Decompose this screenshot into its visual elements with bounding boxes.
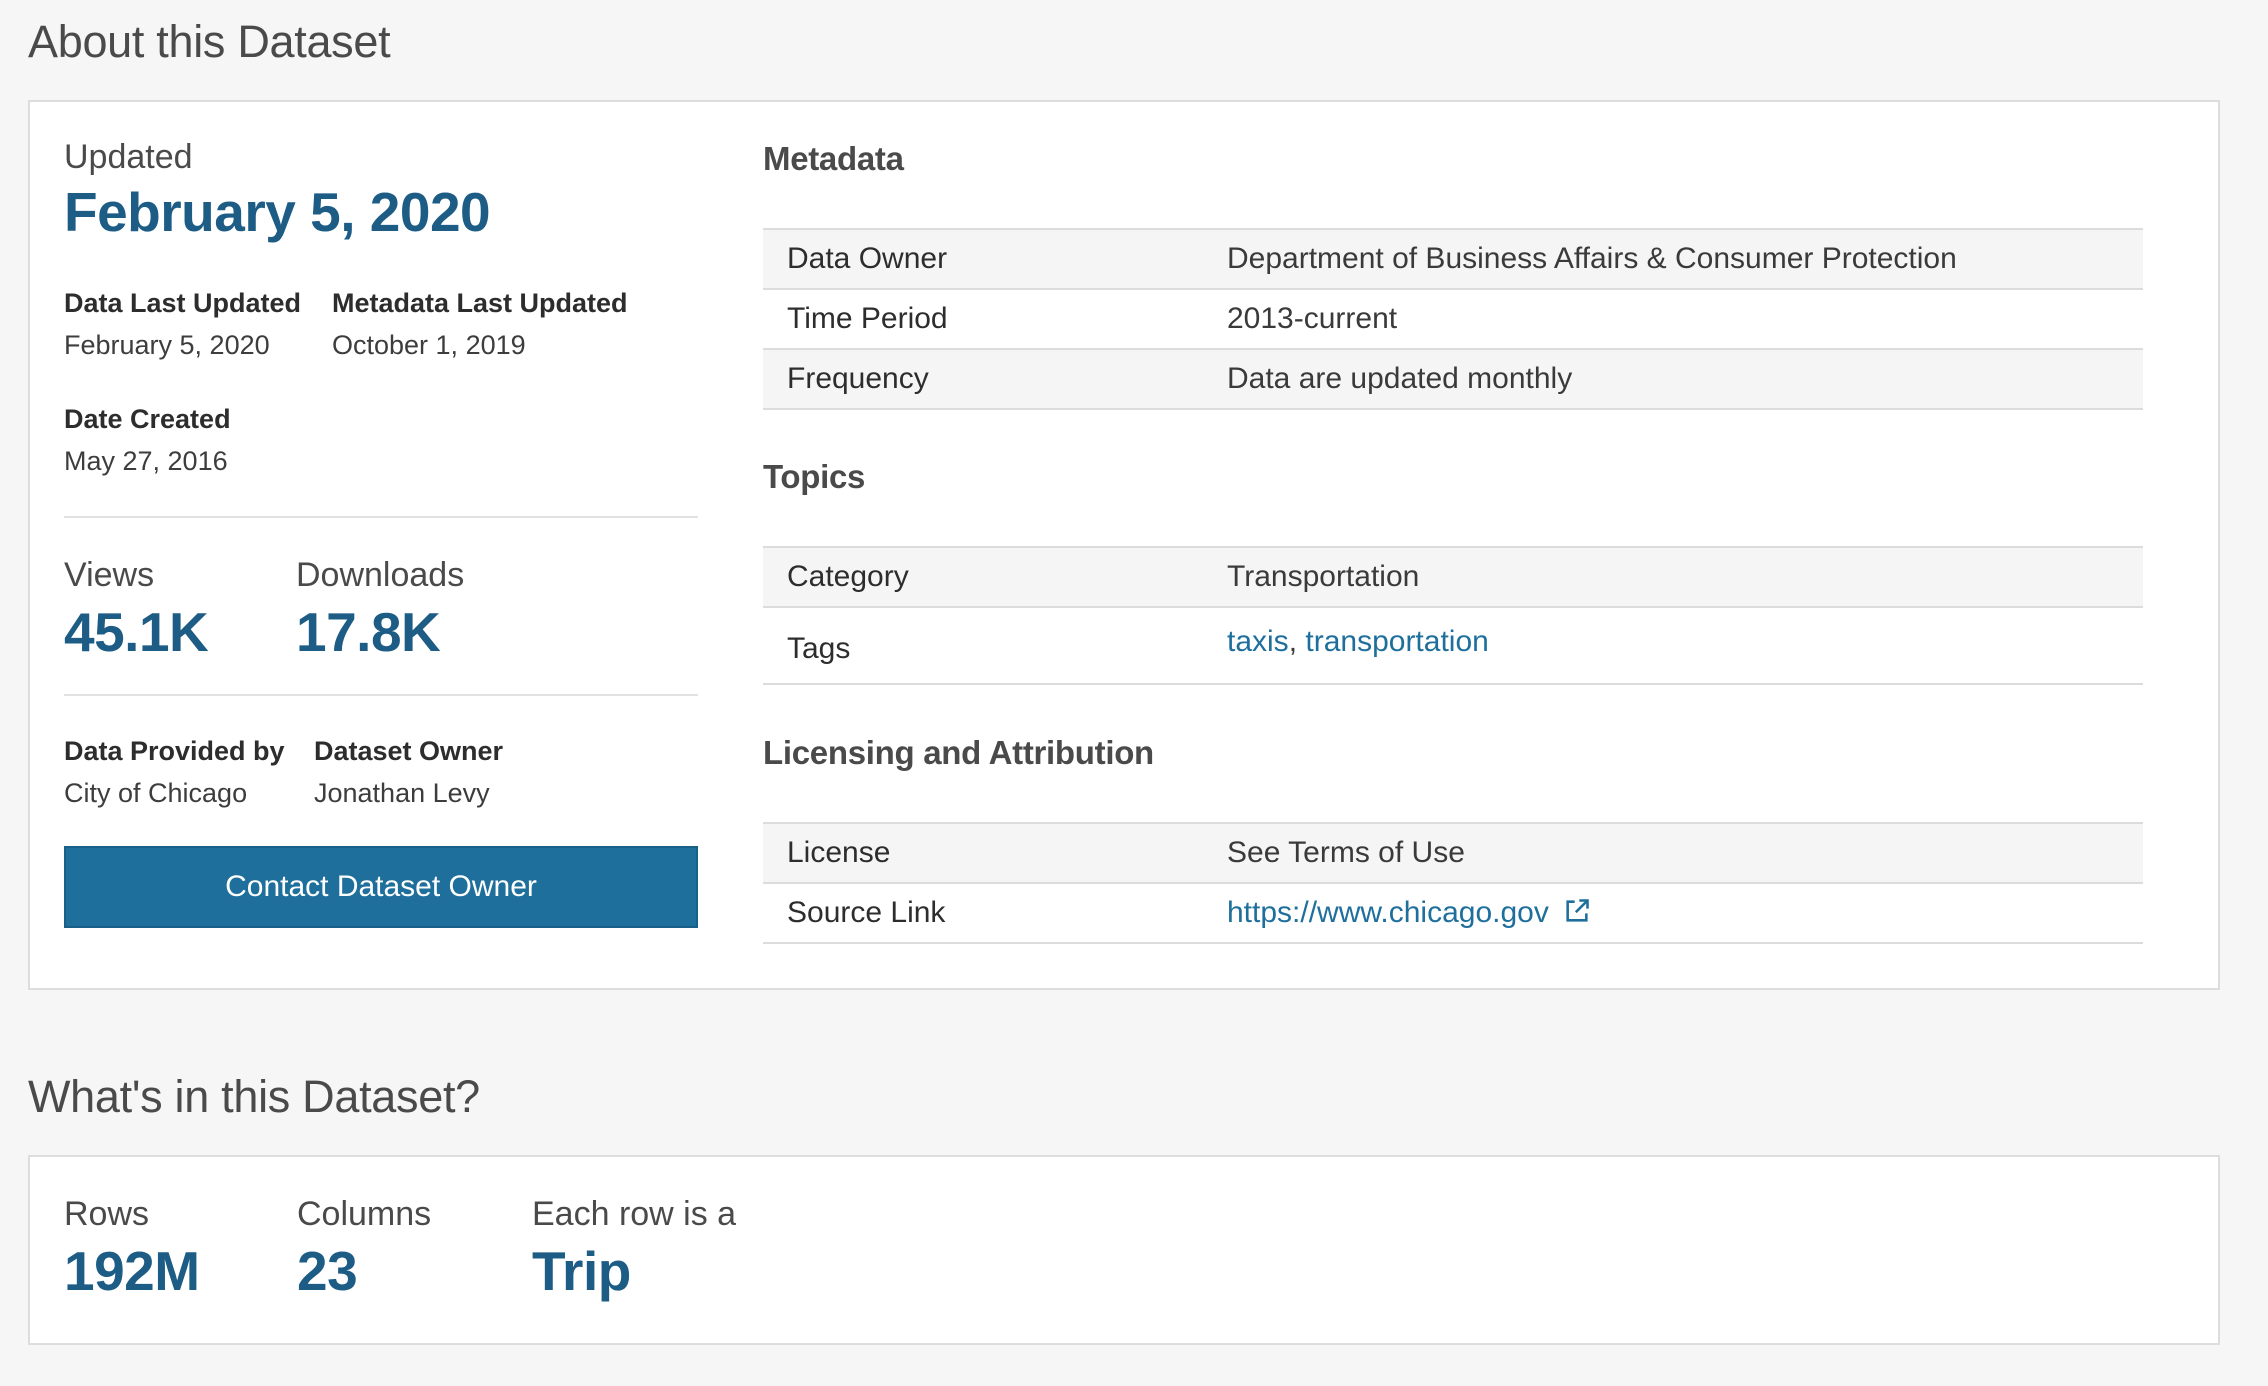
date-created-label: Date Created: [64, 404, 231, 434]
table-row: Time Period 2013-current: [763, 290, 2143, 350]
licensing-heading: Licensing and Attribution: [763, 734, 1154, 771]
tags-key: Tags: [787, 631, 851, 665]
dataset-owner-label: Dataset Owner: [314, 736, 504, 766]
provided-by-value: City of Chicago: [64, 778, 248, 808]
table-row: Tags taxis, transportation: [763, 608, 2143, 685]
each-row-value: Trip: [532, 1240, 631, 1302]
tag-separator: ,: [1288, 624, 1298, 658]
whats-card: Rows 192M Columns 23 Each row is a Trip: [28, 1155, 2220, 1345]
source-link-value: https://www.chicago.gov: [1227, 896, 2143, 930]
metadata-heading: Metadata: [763, 140, 904, 177]
metadata-last-updated-label: Metadata Last Updated: [332, 288, 628, 318]
license-value: See Terms of Use: [1227, 836, 1465, 869]
licensing-table: License See Terms of Use Source Link htt…: [763, 822, 2143, 944]
downloads-value: 17.8K: [296, 601, 441, 663]
table-row: License See Terms of Use: [763, 824, 2143, 884]
topics-heading: Topics: [763, 458, 866, 495]
date-created-value: May 27, 2016: [64, 446, 228, 476]
views-label: Views: [64, 556, 155, 594]
each-row-label: Each row is a: [532, 1195, 737, 1233]
metadata-table: Data Owner Department of Business Affair…: [763, 228, 2143, 410]
source-link-key: Source Link: [787, 896, 946, 929]
frequency-key: Frequency: [787, 362, 929, 395]
divider: [64, 694, 698, 696]
about-section-title: About this Dataset: [28, 16, 391, 67]
time-period-value: 2013-current: [1227, 302, 1398, 335]
table-row: Category Transportation: [763, 548, 2143, 608]
divider: [64, 516, 698, 518]
frequency-value: Data are updated monthly: [1227, 362, 1573, 395]
table-row: Data Owner Department of Business Affair…: [763, 230, 2143, 290]
data-owner-value: Department of Business Affairs & Consume…: [1227, 242, 1957, 275]
whats-section-title: What's in this Dataset?: [28, 1071, 480, 1122]
external-link-icon[interactable]: [1563, 897, 1591, 925]
tag-link[interactable]: taxis: [1227, 625, 1289, 658]
table-row: Source Link https://www.chicago.gov: [763, 884, 2143, 944]
metadata-last-updated-value: October 1, 2019: [332, 330, 526, 360]
time-period-key: Time Period: [787, 302, 948, 335]
downloads-label: Downloads: [296, 556, 465, 594]
data-last-updated-value: February 5, 2020: [64, 330, 270, 360]
data-last-updated-label: Data Last Updated: [64, 288, 302, 318]
about-card: Updated February 5, 2020 Data Last Updat…: [28, 100, 2220, 990]
contact-dataset-owner-button[interactable]: Contact Dataset Owner: [64, 846, 698, 928]
category-key: Category: [787, 560, 909, 593]
dataset-owner-value: Jonathan Levy: [314, 778, 490, 808]
updated-label: Updated: [64, 138, 193, 176]
license-key: License: [787, 836, 891, 869]
provided-by-label: Data Provided by: [64, 736, 285, 766]
tag-link[interactable]: transportation: [1305, 625, 1488, 658]
columns-value: 23: [297, 1240, 358, 1302]
updated-date: February 5, 2020: [64, 181, 491, 243]
views-value: 45.1K: [64, 601, 209, 663]
columns-label: Columns: [297, 1195, 432, 1233]
category-value: Transportation: [1227, 560, 1420, 593]
rows-label: Rows: [64, 1195, 150, 1233]
rows-value: 192M: [64, 1240, 200, 1302]
tags-value: taxis, transportation: [1227, 625, 2143, 659]
data-owner-key: Data Owner: [787, 242, 948, 275]
topics-table: Category Transportation Tags taxis, tran…: [763, 546, 2143, 685]
table-row: Frequency Data are updated monthly: [763, 350, 2143, 410]
source-link[interactable]: https://www.chicago.gov: [1227, 896, 1549, 929]
